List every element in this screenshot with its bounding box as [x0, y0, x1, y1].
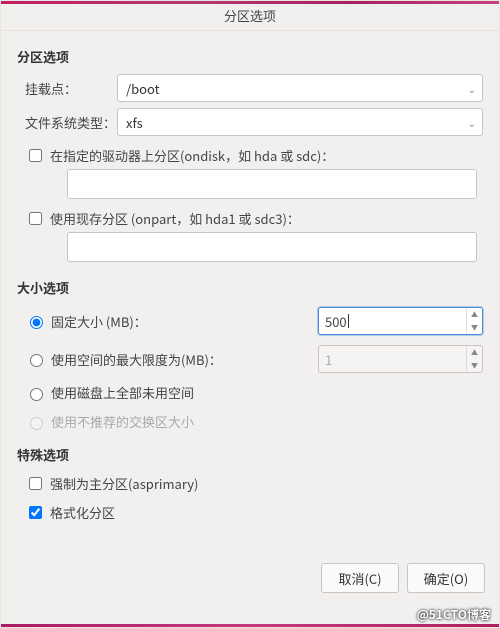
- button-bar: 取消(C) 确定(O): [321, 563, 485, 593]
- section-special-title: 特殊选项: [17, 445, 483, 464]
- onpart-checkbox[interactable]: [29, 212, 42, 225]
- mount-combobox[interactable]: /boot ⌄: [117, 74, 483, 102]
- bottom-edge-decoration: [1, 624, 499, 627]
- size-max-value: 1: [319, 346, 466, 372]
- fstype-row: 文件系统类型： xfs ⌄: [17, 108, 483, 136]
- section-partition-title: 分区选项: [17, 47, 483, 66]
- fstype-label: 文件系统类型：: [17, 113, 117, 132]
- section-size-title: 大小选项: [17, 278, 483, 297]
- fstype-value: xfs: [126, 113, 143, 132]
- watermark-text: @51CTO博客: [417, 606, 491, 623]
- ondisk-input-wrap: [67, 169, 483, 199]
- size-fill-row: 使用磁盘上全部未用空间: [25, 383, 483, 402]
- size-fill-radio[interactable]: [30, 388, 43, 401]
- size-fixed-value: 500: [319, 308, 466, 334]
- size-max-label: 使用空间的最大限度为(MB)：: [51, 350, 222, 369]
- size-swap-label: 使用不推荐的交换区大小: [51, 412, 194, 431]
- size-fixed-row: 固定大小 (MB)： 500 ▲ ▼: [25, 307, 483, 335]
- spinner-buttons: ▲ ▼: [466, 346, 482, 372]
- size-fixed-radio[interactable]: [30, 316, 43, 329]
- ondisk-checkbox[interactable]: [29, 149, 42, 162]
- ok-button-label: 确定(O): [424, 569, 468, 588]
- fstype-combobox[interactable]: xfs ⌄: [117, 108, 483, 136]
- spinner-up-icon[interactable]: ▲: [467, 308, 482, 321]
- size-fixed-spinner[interactable]: 500 ▲ ▼: [318, 307, 483, 335]
- ok-button[interactable]: 确定(O): [407, 563, 485, 593]
- size-max-row: 使用空间的最大限度为(MB)： 1 ▲ ▼: [25, 345, 483, 373]
- asprimary-row: 强制为主分区(asprimary): [25, 474, 483, 493]
- size-max-spinner[interactable]: 1 ▲ ▼: [318, 345, 483, 373]
- size-fill-label: 使用磁盘上全部未用空间: [51, 383, 194, 402]
- size-swap-radio: [30, 417, 43, 430]
- size-fixed-label: 固定大小 (MB)：: [51, 312, 147, 331]
- size-max-radio[interactable]: [30, 354, 43, 367]
- onpart-input[interactable]: [67, 232, 477, 262]
- format-row: 格式化分区: [25, 503, 483, 522]
- spinner-down-icon[interactable]: ▼: [467, 321, 482, 334]
- dialog-window: 分区选项 分区选项 挂载点： /boot ⌄ 文件系统类型： xfs ⌄ 在指定…: [0, 0, 500, 628]
- cancel-button-label: 取消(C): [338, 569, 381, 588]
- text-cursor: [348, 314, 349, 328]
- spinner-up-icon[interactable]: ▲: [467, 346, 482, 359]
- ondisk-input[interactable]: [67, 169, 477, 199]
- dialog-body: 分区选项 挂载点： /boot ⌄ 文件系统类型： xfs ⌄ 在指定的驱动器上…: [1, 31, 499, 522]
- mount-value: /boot: [126, 79, 160, 98]
- titlebar: 分区选项: [1, 1, 499, 31]
- onpart-label: 使用现存分区 (onpart，如 hda1 或 sdc3)：: [50, 209, 300, 228]
- spinner-down-icon[interactable]: ▼: [467, 359, 482, 372]
- top-edge-decoration: [1, 1, 499, 4]
- onpart-input-wrap: [67, 232, 483, 262]
- spinner-buttons: ▲ ▼: [466, 308, 482, 334]
- ondisk-label: 在指定的驱动器上分区(ondisk，如 hda 或 sdc)：: [50, 146, 334, 165]
- size-swap-row: 使用不推荐的交换区大小: [25, 412, 483, 431]
- window-title: 分区选项: [224, 6, 276, 25]
- cancel-button[interactable]: 取消(C): [321, 563, 399, 593]
- mount-row: 挂载点： /boot ⌄: [17, 74, 483, 102]
- chevron-down-icon: ⌄: [468, 115, 476, 130]
- chevron-down-icon: ⌄: [468, 81, 476, 96]
- ondisk-row: 在指定的驱动器上分区(ondisk，如 hda 或 sdc)：: [25, 146, 483, 165]
- format-label: 格式化分区: [50, 503, 115, 522]
- mount-label: 挂载点：: [17, 79, 117, 98]
- asprimary-checkbox[interactable]: [29, 477, 42, 490]
- format-checkbox[interactable]: [29, 506, 42, 519]
- onpart-row: 使用现存分区 (onpart，如 hda1 或 sdc3)：: [25, 209, 483, 228]
- asprimary-label: 强制为主分区(asprimary): [50, 474, 198, 493]
